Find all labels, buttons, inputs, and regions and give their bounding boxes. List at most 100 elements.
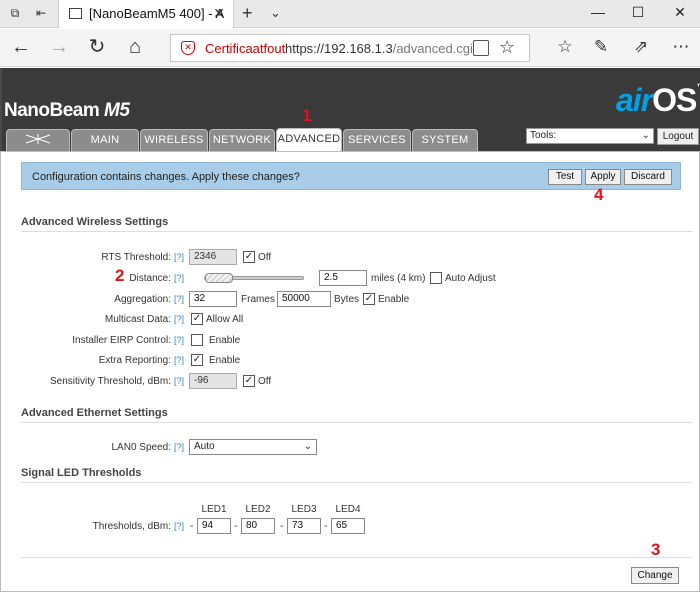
browser-tab-bar: ⧉ ⇤ [NanoBeamM5 400] - A ✕ + ⌄ — ☐ ✕ <box>0 0 700 28</box>
set-tabs-aside-icon[interactable]: ⇤ <box>34 6 48 20</box>
apply-button[interactable]: Apply <box>585 169 621 185</box>
tab-network[interactable]: NETWORK <box>209 129 275 151</box>
thresholds-help-link[interactable]: [?] <box>174 521 184 531</box>
tab-main[interactable]: MAIN <box>71 129 139 151</box>
tab-ubnt-logo[interactable] <box>6 129 70 151</box>
back-icon[interactable]: ← <box>10 37 32 59</box>
multicast-help-link[interactable]: [?] <box>174 314 184 324</box>
led1-threshold-input[interactable]: 94 <box>197 518 231 534</box>
url-text[interactable]: https://192.168.1.3/advanced.cgi <box>285 41 473 56</box>
tab-list-chevron-icon[interactable]: ⌄ <box>270 5 281 21</box>
sensitivity-off-label: Off <box>258 376 272 387</box>
aggregation-frames-input[interactable]: 32 <box>189 291 237 307</box>
distance-help-link[interactable]: [?] <box>174 273 184 283</box>
distance-input[interactable]: 2.5 <box>319 270 367 286</box>
rts-help-link[interactable]: [?] <box>174 252 184 262</box>
sensitivity-input[interactable]: -96 <box>189 373 237 389</box>
device-brand: NanoBeam M5 <box>4 100 130 121</box>
rts-off-checkbox[interactable]: ✓ <box>243 251 255 263</box>
favorites-hub-icon[interactable]: ☆ <box>554 37 576 57</box>
wireless-section-title: Advanced Wireless Settings <box>21 216 693 232</box>
led1-sign: - <box>190 521 194 532</box>
pending-changes-banner: Configuration contains changes. Apply th… <box>21 162 681 190</box>
sensitivity-off-checkbox[interactable]: ✓ <box>243 375 255 387</box>
led1-header: LED1 <box>201 504 227 515</box>
advanced-settings-panel: Configuration contains changes. Apply th… <box>0 151 700 592</box>
eirp-enable-checkbox[interactable] <box>191 334 203 346</box>
refresh-icon[interactable]: ↻ <box>86 37 108 59</box>
tools-dropdown[interactable]: Tools: ⌄ <box>526 128 654 144</box>
extra-reporting-checkbox[interactable]: ✓ <box>191 354 203 366</box>
aggregation-enable-label: Enable <box>378 294 410 305</box>
rts-threshold-input[interactable]: 2346 <box>189 249 237 265</box>
led2-sign: - <box>234 521 238 532</box>
extra-reporting-help-link[interactable]: [?] <box>174 355 184 365</box>
chevron-down-icon: ⌄ <box>641 130 650 141</box>
annotation-marker-4: 4 <box>594 185 604 204</box>
auto-adjust-label: Auto Adjust <box>445 273 496 284</box>
maximize-icon[interactable]: ☐ <box>628 4 648 21</box>
certificate-error-label[interactable]: Certificaatfout <box>205 41 285 56</box>
eirp-help-link[interactable]: [?] <box>174 335 184 345</box>
tab-system[interactable]: SYSTEM <box>412 129 478 151</box>
antenna-icon <box>25 134 51 144</box>
more-menu-icon[interactable]: ⋯ <box>670 37 692 57</box>
multicast-label: Multicast Data: <box>104 314 171 325</box>
tab-services[interactable]: SERVICES <box>343 129 411 151</box>
led2-threshold-input[interactable]: 80 <box>241 518 275 534</box>
aggregation-enable-checkbox[interactable]: ✓ <box>363 293 375 305</box>
led4-header: LED4 <box>335 504 361 515</box>
browser-tab[interactable]: [NanoBeamM5 400] - A ✕ <box>58 0 234 28</box>
annotation-marker-1: 1 <box>302 106 312 125</box>
logout-button[interactable]: Logout <box>657 128 699 145</box>
airos-page: NanoBeam M5 airOS™ MAIN WIRELESS NETWORK… <box>0 68 700 592</box>
extra-reporting-label: Extra Reporting: <box>98 355 171 366</box>
lan-speed-select[interactable]: Auto ⌄ <box>189 439 317 455</box>
lan-speed-help-link[interactable]: [?] <box>174 442 184 452</box>
eirp-enable-label: Enable <box>209 335 241 346</box>
banner-message: Configuration contains changes. Apply th… <box>32 171 300 183</box>
forward-icon[interactable]: → <box>48 37 70 59</box>
tab-wireless[interactable]: WIRELESS <box>140 129 208 151</box>
pen-notes-icon[interactable]: ✎ <box>590 37 612 57</box>
home-icon[interactable]: ⌂ <box>124 37 146 59</box>
eirp-label: Installer EIRP Control: <box>72 335 171 346</box>
share-icon[interactable]: ⇗ <box>630 37 652 57</box>
tab-preview-icon[interactable]: ⧉ <box>8 6 22 20</box>
bytes-label: Bytes <box>334 294 360 305</box>
chevron-down-icon: ⌄ <box>303 441 312 452</box>
led3-threshold-input[interactable]: 73 <box>287 518 321 534</box>
reading-view-icon[interactable] <box>473 40 489 56</box>
distance-label: Distance: <box>129 273 171 284</box>
aggregation-help-link[interactable]: [?] <box>174 294 184 304</box>
browser-nav-bar: ← → ↻ ⌂ ✕ Certificaatfout https://192.16… <box>0 29 700 67</box>
sensitivity-label: Sensitivity Threshold, dBm: <box>50 376 171 387</box>
distance-slider-thumb[interactable] <box>205 273 233 283</box>
ethernet-section-title: Advanced Ethernet Settings <box>21 407 693 423</box>
extra-reporting-enable-label: Enable <box>209 355 241 366</box>
new-tab-icon[interactable]: + <box>242 3 253 24</box>
rts-off-label: Off <box>258 252 272 263</box>
led4-threshold-input[interactable]: 65 <box>331 518 365 534</box>
discard-button[interactable]: Discard <box>624 169 672 185</box>
address-bar[interactable]: ✕ Certificaatfout https://192.168.1.3/ad… <box>170 34 530 62</box>
multicast-allow-checkbox[interactable]: ✓ <box>191 313 203 325</box>
certificate-error-icon[interactable]: ✕ <box>181 41 195 55</box>
favorite-star-icon[interactable]: ☆ <box>499 37 515 58</box>
lan-speed-label: LAN0 Speed: <box>111 442 172 453</box>
led3-sign: - <box>280 521 284 532</box>
tab-advanced[interactable]: ADVANCED <box>276 128 342 152</box>
test-button[interactable]: Test <box>548 169 582 185</box>
close-tab-icon[interactable]: ✕ <box>213 5 225 22</box>
sensitivity-help-link[interactable]: [?] <box>174 376 184 386</box>
led4-sign: - <box>324 521 328 532</box>
multicast-allow-label: Allow All <box>206 314 244 325</box>
change-button[interactable]: Change <box>631 567 679 584</box>
page-icon <box>69 8 82 19</box>
led3-header: LED3 <box>291 504 317 515</box>
close-window-icon[interactable]: ✕ <box>670 4 690 21</box>
minimize-icon[interactable]: — <box>588 4 608 20</box>
aggregation-bytes-input[interactable]: 50000 <box>277 291 331 307</box>
auto-adjust-checkbox[interactable] <box>430 272 442 284</box>
distance-unit: miles (4 km) <box>371 273 426 284</box>
